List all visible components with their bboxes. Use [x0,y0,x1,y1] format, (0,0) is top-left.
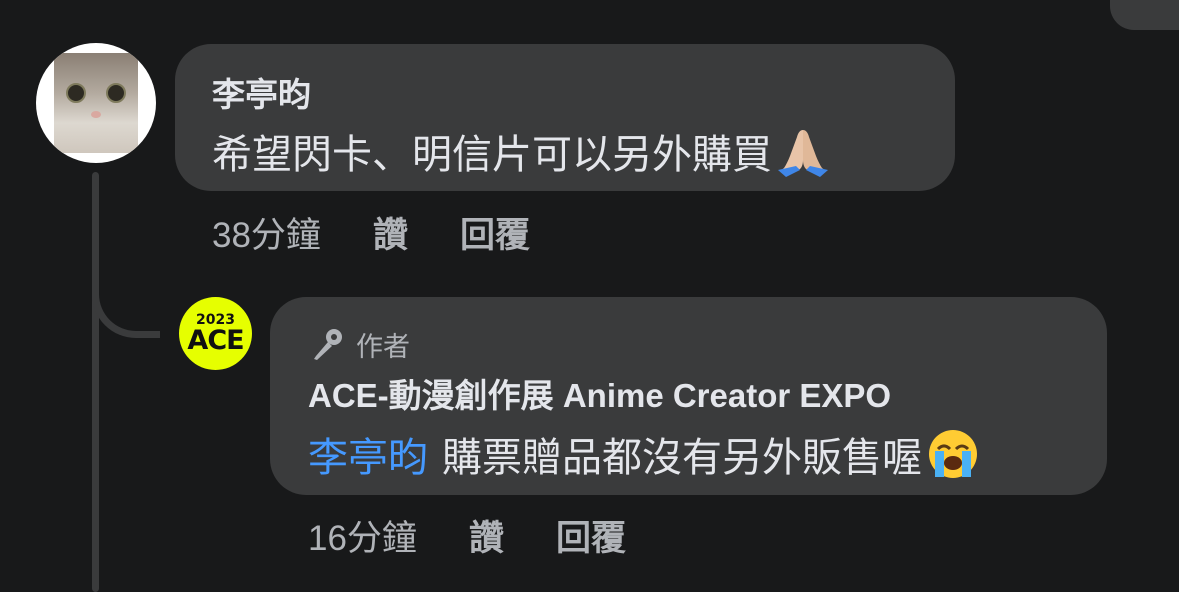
comment-text: 希望閃卡、明信片可以另外購買 [212,122,830,180]
thread-connector [92,262,160,338]
cat-photo [54,53,138,153]
like-button[interactable]: 讚 [373,207,408,258]
reply-time[interactable]: 16分鐘 [308,510,417,561]
reply-meta: 16分鐘 讚 回覆 [308,510,626,561]
reply-button[interactable]: 回覆 [460,207,530,258]
partial-element [1110,0,1179,30]
comment-time[interactable]: 38分鐘 [212,207,321,258]
mention-link[interactable]: 李亭昀 [308,425,428,483]
loudly-crying-face-emoji [929,430,977,478]
cat-nose [91,111,101,118]
like-button[interactable]: 讚 [469,510,504,561]
page-avatar[interactable]: 2023 ACE [179,297,252,370]
comment-body: 希望閃卡、明信片可以另外購買 [212,133,772,177]
reply-author[interactable]: ACE-動漫創作展 Anime Creator EXPO [308,369,891,417]
reply-body: 購票贈品都沒有另外販售喔 [442,436,922,480]
author-badge-label: 作者 [356,332,410,362]
author-badge: 作者 [308,325,410,364]
avatar[interactable] [36,43,156,163]
reply-text: 李亭昀 購票贈品都沒有另外販售喔 [308,425,980,483]
microphone-icon [314,328,342,360]
comment-meta: 38分鐘 讚 回覆 [212,207,530,258]
folded-hands-emoji [778,130,828,177]
thread-line [92,172,99,592]
logo-text: ACE [187,325,244,356]
reply-button[interactable]: 回覆 [556,510,626,561]
cat-eye [106,83,126,103]
comment-author[interactable]: 李亭昀 [212,68,311,116]
cat-eye [66,83,86,103]
